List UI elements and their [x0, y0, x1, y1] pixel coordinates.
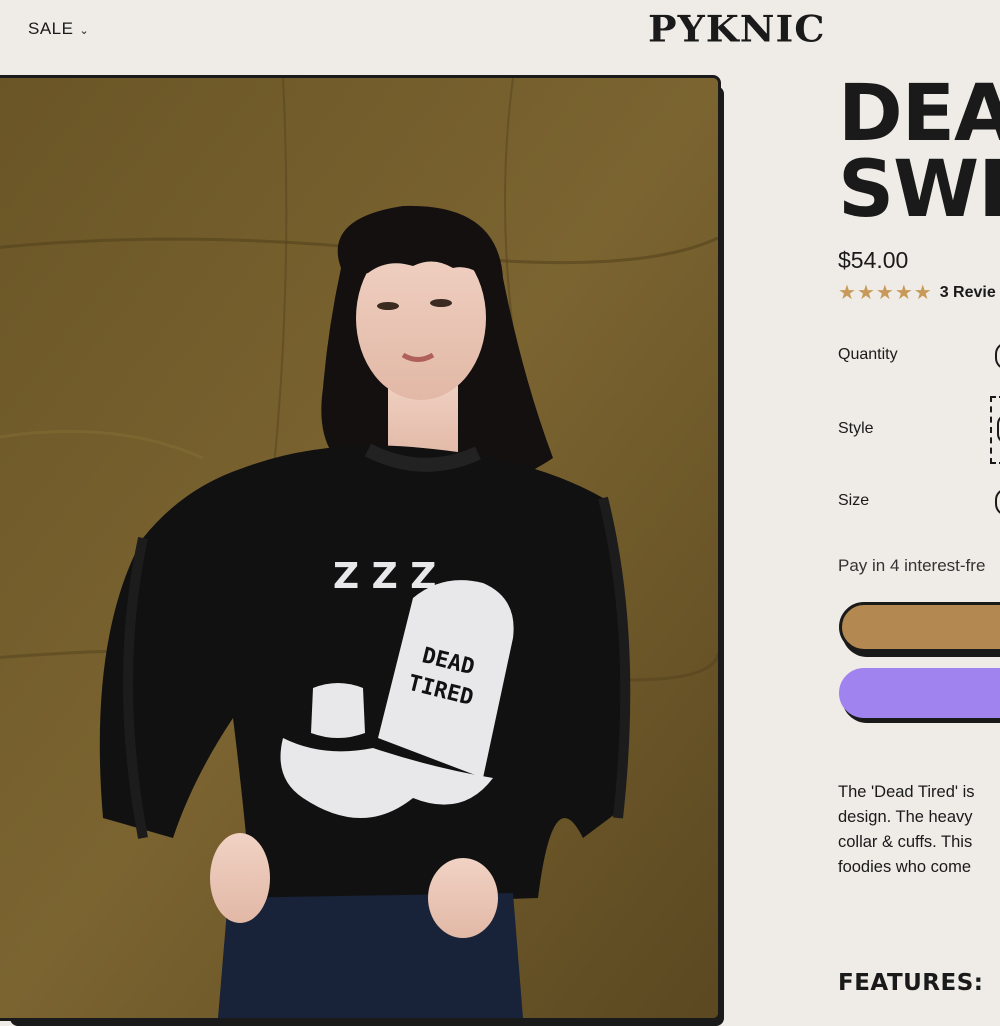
description-line: The 'Dead Tired' is [838, 783, 975, 801]
zzz-graphic: Z Z Z [333, 556, 436, 597]
add-to-cart-button[interactable] [839, 602, 1000, 652]
nav-sale-label: SALE [28, 19, 74, 38]
description-line: collar & cuffs. This [838, 833, 973, 851]
star-icon: ★ [838, 282, 856, 304]
site-logo[interactable]: PYKNIC [648, 7, 825, 50]
star-icon: ★ [875, 282, 894, 304]
product-description: The 'Dead Tired' is design. The heavy co… [838, 780, 1000, 880]
star-icon: ★ [913, 282, 932, 304]
features-heading: FEATURES: [838, 970, 984, 996]
product-image[interactable]: Z Z Z DEAD TIRED [0, 75, 721, 1021]
quantity-label: Quantity [838, 346, 898, 363]
description-line: design. The heavy [838, 808, 973, 826]
site-header: ‹ SALE ⌄ PYKNIC [0, 0, 1000, 64]
express-pay-button[interactable] [839, 668, 1000, 718]
product-rating[interactable]: ★ ★ ★ ★ ★ 3 Revie [838, 283, 996, 303]
star-icon: ★ [856, 282, 875, 304]
chevron-down-icon: ⌄ [79, 24, 90, 37]
description-line: foodies who come [838, 858, 971, 876]
size-label: Size [838, 492, 870, 509]
product-title: DEA SWE [838, 69, 1000, 235]
product-price: $54.00 [838, 247, 909, 273]
star-icon: ★ [894, 282, 913, 304]
product-photo-illustration: Z Z Z DEAD TIRED [0, 78, 718, 1018]
style-label: Style [838, 420, 874, 437]
reviews-count[interactable]: 3 Revie [940, 284, 996, 302]
nav-sale[interactable]: SALE ⌄ [28, 19, 89, 39]
pay-in-installments-text: Pay in 4 interest-fre [838, 556, 986, 575]
